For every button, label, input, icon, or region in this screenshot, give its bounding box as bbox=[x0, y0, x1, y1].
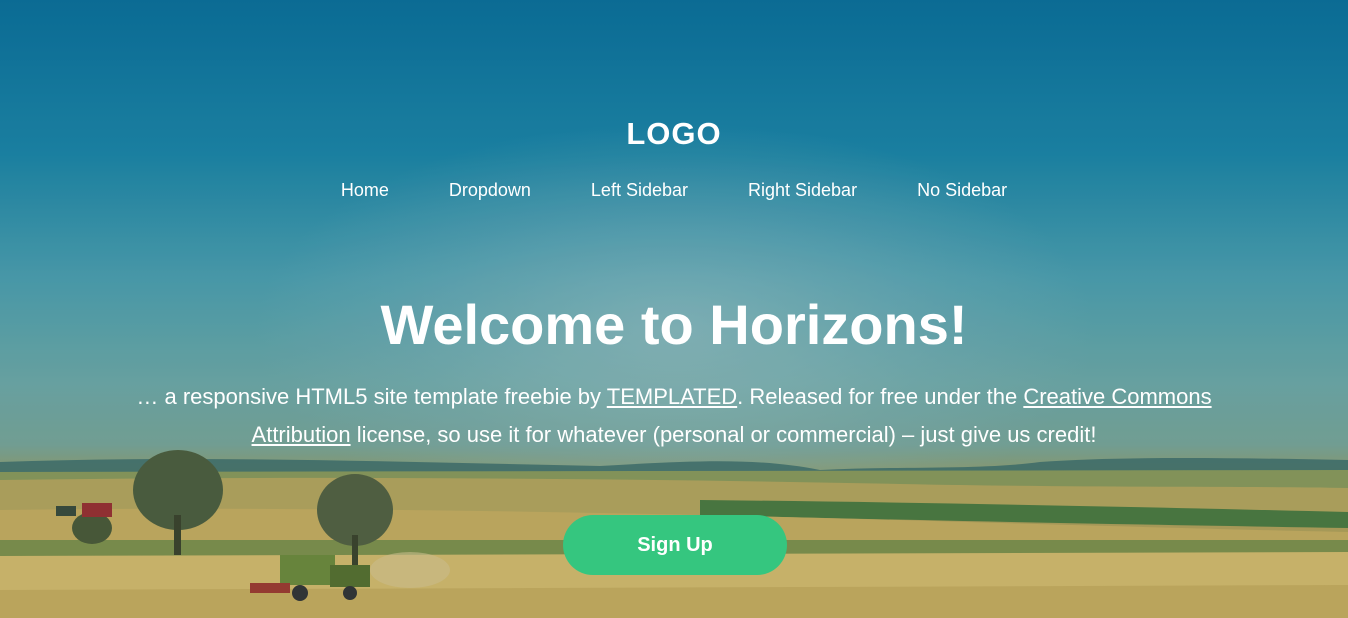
nav-link-no-sidebar[interactable]: No Sidebar bbox=[917, 180, 1007, 200]
banner-description: … a responsive HTML5 site template freeb… bbox=[130, 378, 1218, 454]
nav-item-dropdown: Dropdown bbox=[449, 180, 531, 201]
templated-link[interactable]: TEMPLATED bbox=[607, 384, 737, 409]
sign-up-button[interactable]: Sign Up bbox=[563, 515, 787, 575]
nav-link-dropdown[interactable]: Dropdown bbox=[449, 180, 531, 200]
nav-item-left-sidebar: Left Sidebar bbox=[591, 180, 688, 201]
nav-item-home: Home bbox=[341, 180, 389, 201]
banner-content: LOGO Home Dropdown Left Sidebar Right Si… bbox=[0, 0, 1348, 618]
desc-text-3: license, so use it for whatever (persona… bbox=[350, 422, 1097, 447]
nav-item-right-sidebar: Right Sidebar bbox=[748, 180, 857, 201]
nav-link-right-sidebar[interactable]: Right Sidebar bbox=[748, 180, 857, 200]
hero-banner: LOGO Home Dropdown Left Sidebar Right Si… bbox=[0, 0, 1348, 618]
main-nav: Home Dropdown Left Sidebar Right Sidebar… bbox=[0, 180, 1348, 201]
page-title: Welcome to Horizons! bbox=[380, 293, 968, 356]
nav-link-home[interactable]: Home bbox=[341, 180, 389, 200]
logo-link[interactable]: LOGO bbox=[0, 116, 1348, 152]
desc-text-2: . Released for free under the bbox=[737, 384, 1024, 409]
desc-text-1: … a responsive HTML5 site template freeb… bbox=[136, 384, 607, 409]
nav-link-left-sidebar[interactable]: Left Sidebar bbox=[591, 180, 688, 200]
nav-item-no-sidebar: No Sidebar bbox=[917, 180, 1007, 201]
